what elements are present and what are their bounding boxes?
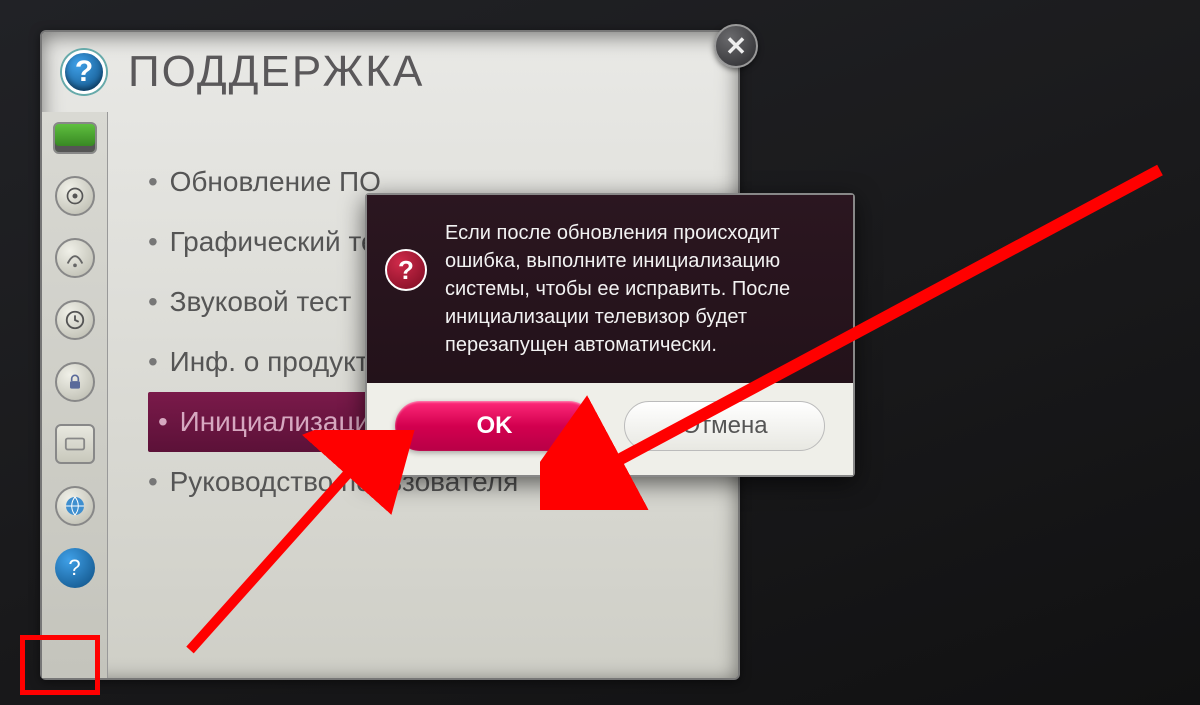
support-icon[interactable]: ? (55, 548, 95, 588)
confirmation-dialog: ? Если после обновления происходит ошибк… (365, 193, 855, 477)
support-header-icon: ? (62, 50, 106, 94)
lock-icon[interactable] (55, 362, 95, 402)
page-title: ПОДДЕРЖКА (128, 47, 424, 97)
ok-button[interactable]: OK (395, 401, 594, 451)
option-icon[interactable] (55, 424, 95, 464)
close-button[interactable]: ✕ (714, 24, 758, 68)
picture-icon[interactable] (53, 122, 97, 154)
question-icon: ? (385, 249, 427, 291)
panel-header: ? ПОДДЕРЖКА ✕ (42, 32, 738, 112)
sidebar: ? (42, 112, 108, 678)
cancel-button[interactable]: Отмена (624, 401, 825, 451)
dialog-footer: OK Отмена (367, 383, 853, 475)
sound-icon[interactable] (55, 176, 95, 216)
dialog-message: Если после обновления происходит ошибка,… (445, 219, 831, 359)
dialog-body: ? Если после обновления происходит ошибк… (367, 195, 853, 383)
network-icon[interactable] (55, 486, 95, 526)
time-icon[interactable] (55, 300, 95, 340)
channel-icon[interactable] (55, 238, 95, 278)
